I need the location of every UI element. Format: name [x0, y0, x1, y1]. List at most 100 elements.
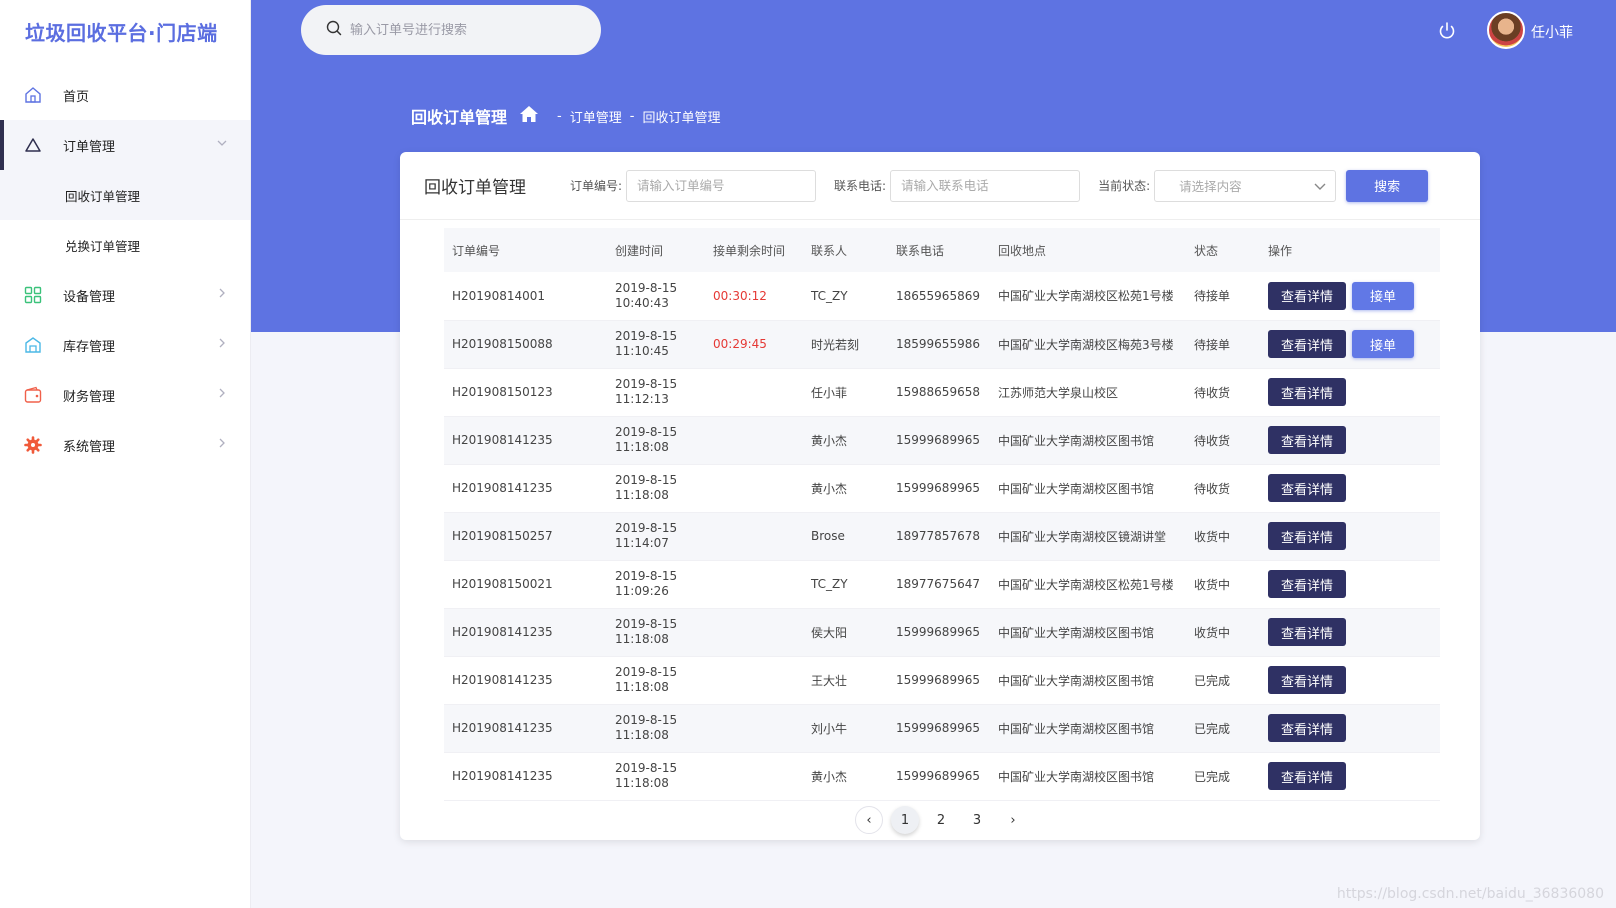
phone-cell: 18977857678	[896, 529, 980, 543]
breadcrumb-separator: -	[629, 108, 635, 124]
contact-cell: 刘小牛	[811, 721, 848, 736]
view-details-button[interactable]: 查看详情	[1268, 281, 1346, 310]
created-clock: 11:18:08	[615, 632, 669, 646]
address-cell: 中国矿业大学南湖校区图书馆	[998, 625, 1155, 640]
status-cell: 收货中	[1194, 577, 1231, 592]
chevron-right-icon	[216, 387, 228, 403]
breadcrumb-item[interactable]: 订单管理	[570, 107, 622, 126]
created-date: 2019-8-15	[615, 761, 678, 775]
actions-cell: 查看详情	[1260, 416, 1440, 464]
home-icon	[23, 85, 43, 105]
prev-page-button[interactable]: ‹	[855, 806, 883, 834]
remaining-time-cell	[705, 512, 803, 560]
sidebar-item-label: 订单管理	[63, 139, 116, 155]
actions-cell: 查看详情	[1260, 608, 1440, 656]
page-button-2[interactable]: 2	[927, 806, 955, 834]
order-id-cell: H201908141235	[452, 721, 553, 735]
view-details-button[interactable]: 查看详情	[1268, 666, 1346, 694]
created-date: 2019-8-15	[615, 473, 678, 487]
page-button-3[interactable]: 3	[963, 806, 991, 834]
remaining-time-cell	[705, 416, 803, 464]
sidebar-item-finance[interactable]: 财务管理	[0, 370, 250, 420]
actions-cell: 查看详情 接单	[1260, 320, 1440, 368]
view-details-button[interactable]: 查看详情	[1268, 522, 1346, 550]
chevron-right-icon	[216, 287, 228, 303]
created-clock: 11:09:26	[615, 584, 669, 598]
view-details-button[interactable]: 查看详情	[1268, 762, 1346, 790]
sidebar-subitem-exchange-orders[interactable]: 兑换订单管理	[0, 220, 250, 270]
orders-card: 回收订单管理 订单编号: 联系电话: 当前状态: 请选择内容 搜索 订单编号 创…	[400, 152, 1480, 840]
order-id-cell: H201908150123	[452, 385, 553, 399]
avatar[interactable]	[1487, 11, 1525, 49]
actions-cell: 查看详情	[1260, 704, 1440, 752]
address-cell: 中国矿业大学南湖校区松苑1号楼	[998, 289, 1174, 304]
view-details-button[interactable]: 查看详情	[1268, 570, 1346, 598]
phone-input[interactable]	[890, 169, 1081, 202]
view-details-button[interactable]: 查看详情	[1268, 330, 1346, 358]
table-header-row: 订单编号 创建时间 接单剩余时间 联系人 联系电话 回收地点 状态 操作	[444, 228, 1440, 272]
created-date: 2019-8-15	[615, 665, 678, 679]
column-header: 订单编号	[452, 243, 501, 258]
contact-cell: 侯大阳	[811, 625, 848, 640]
next-page-button[interactable]: ›	[999, 806, 1027, 834]
sidebar-item-label: 首页	[63, 89, 90, 105]
power-icon[interactable]	[1436, 20, 1458, 42]
contact-cell: Brose	[811, 529, 845, 543]
contact-cell: TC_ZY	[811, 577, 848, 591]
home-icon[interactable]	[519, 105, 539, 127]
phone-cell: 18599655986	[896, 337, 980, 351]
chevron-down-icon	[216, 137, 228, 153]
table-row: H201908141235 2019-8-15 11:18:08 侯大阳 1599968…	[444, 608, 1440, 656]
accept-order-button[interactable]: 接单	[1352, 330, 1414, 358]
order-number-input[interactable]	[626, 169, 817, 202]
phone-cell: 15999689965	[896, 673, 980, 687]
contact-cell: 时光若刻	[811, 337, 860, 352]
address-cell: 中国矿业大学南湖校区梅苑3号楼	[998, 337, 1174, 352]
sidebar-item-orders[interactable]: 订单管理	[0, 120, 250, 170]
sidebar-menu: 首页 订单管理 回收订单管理 兑换订单管理 设备管理 库存管理 财务管理 系统管…	[0, 70, 250, 470]
status-cell: 待接单	[1194, 289, 1231, 304]
view-details-button[interactable]: 查看详情	[1268, 714, 1346, 742]
page-button-1[interactable]: 1	[891, 806, 919, 834]
address-cell: 中国矿业大学南湖校区图书馆	[998, 673, 1155, 688]
user-name[interactable]: 任小菲	[1531, 22, 1573, 42]
view-details-button[interactable]: 查看详情	[1268, 378, 1346, 406]
sidebar-item-inventory[interactable]: 库存管理	[0, 320, 250, 370]
global-search[interactable]	[301, 5, 601, 55]
created-time-cell: 2019-8-15 11:18:08	[607, 656, 705, 704]
wallet-icon	[23, 385, 43, 405]
phone-cell: 18977675647	[896, 577, 980, 591]
created-time-cell: 2019-8-15 11:18:08	[607, 752, 705, 800]
contact-cell: 王大壮	[811, 673, 848, 688]
contact-cell: 黄小杰	[811, 433, 848, 448]
created-date: 2019-8-15	[615, 280, 678, 295]
sidebar-item-label: 回收订单管理	[65, 188, 141, 204]
table-row: H201908141235 2019-8-15 11:18:08 黄小杰 1599968…	[444, 416, 1440, 464]
remaining-time-cell	[705, 464, 803, 512]
sidebar-item-system[interactable]: 系统管理	[0, 420, 250, 470]
created-time-cell: 2019-8-15 10:40:43	[607, 272, 705, 320]
phone-cell: 18655965869	[896, 288, 980, 303]
sidebar-subitem-recycle-orders[interactable]: 回收订单管理	[0, 170, 250, 220]
sidebar-item-devices[interactable]: 设备管理	[0, 270, 250, 320]
view-details-button[interactable]: 查看详情	[1268, 618, 1346, 646]
created-date: 2019-8-15	[615, 617, 678, 631]
status-select[interactable]: 请选择内容	[1154, 169, 1337, 202]
actions-cell: 查看详情	[1260, 752, 1440, 800]
created-date: 2019-8-15	[615, 521, 678, 535]
actions-cell: 查看详情	[1260, 464, 1440, 512]
view-details-button[interactable]: 查看详情	[1268, 426, 1346, 454]
triangle-icon	[23, 135, 43, 155]
sidebar-item-label: 设备管理	[63, 289, 116, 305]
chevron-down-icon	[1313, 179, 1327, 196]
search-input[interactable]	[350, 22, 570, 38]
accept-order-button[interactable]: 接单	[1352, 281, 1414, 310]
search-button[interactable]: 搜索	[1346, 169, 1429, 202]
created-time-cell: 2019-8-15 11:18:08	[607, 608, 705, 656]
actions-cell: 查看详情	[1260, 656, 1440, 704]
created-clock: 11:12:13	[615, 392, 669, 406]
view-details-button[interactable]: 查看详情	[1268, 474, 1346, 502]
status-cell: 收货中	[1194, 529, 1231, 544]
sidebar-item-home[interactable]: 首页	[0, 70, 250, 120]
status-cell: 收货中	[1194, 625, 1231, 640]
